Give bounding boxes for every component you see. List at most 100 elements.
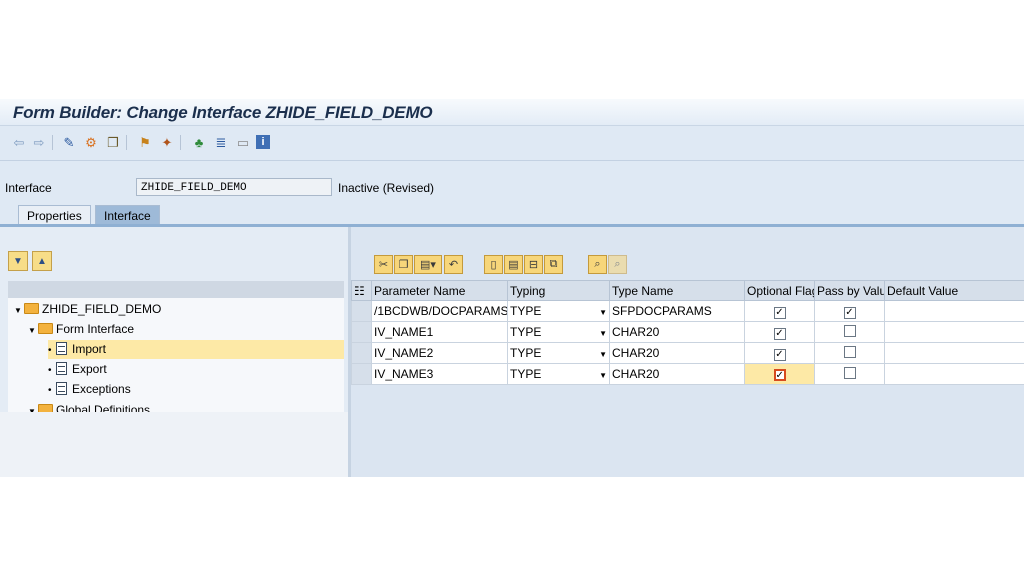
tree-node-form-interface[interactable]: ▼ Form Interface: [28, 320, 134, 339]
row-selector[interactable]: [351, 342, 372, 364]
pass-by-value-checkbox[interactable]: [843, 324, 856, 337]
dropdown-arrow-icon[interactable]: ▼: [599, 308, 607, 317]
paste-icon[interactable]: ▤▾: [414, 255, 442, 274]
navigation-pane: ▼ ▲ ▼ ZHIDE_FIELD_DEMO ▼ Form Interface • I…: [0, 227, 348, 477]
grid-settings-icon[interactable]: ☷: [351, 280, 372, 301]
type-name-cell[interactable]: CHAR20: [609, 363, 745, 385]
typing-cell[interactable]: TYPE ▼: [507, 342, 610, 364]
pass-by-value-checkbox[interactable]: [843, 345, 856, 358]
window-title: Form Builder: Change Interface ZHIDE_FIE…: [13, 103, 433, 122]
find-next-icon[interactable]: ⌕: [608, 255, 627, 274]
typing-cell[interactable]: TYPE ▼: [507, 363, 610, 385]
default-value-cell[interactable]: [884, 300, 1024, 322]
delete-row-icon[interactable]: ⊟: [524, 255, 543, 274]
expand-triangle-icon: ▼: [28, 326, 36, 335]
parameter-name-cell[interactable]: IV_NAME1: [371, 321, 508, 343]
pass-by-value-checkbox[interactable]: [843, 366, 856, 379]
type-name-cell[interactable]: CHAR20: [609, 342, 745, 364]
parameter-name-cell[interactable]: IV_NAME2: [371, 342, 508, 364]
column-header-default-value[interactable]: Default Value: [884, 280, 1024, 301]
dropdown-arrow-icon[interactable]: ▼: [599, 350, 607, 359]
default-value-cell[interactable]: [884, 342, 1024, 364]
tree-node-global-definitions[interactable]: ▼ Global Definitions: [28, 401, 150, 412]
column-header-parameter-name[interactable]: Parameter Name: [371, 280, 508, 301]
dropdown-arrow-icon[interactable]: ▼: [599, 371, 607, 380]
column-header-typing[interactable]: Typing: [507, 280, 610, 301]
typing-cell[interactable]: TYPE ▼: [507, 321, 610, 343]
folder-icon: [38, 404, 53, 412]
tab-strip: Properties Interface: [0, 201, 1024, 226]
optional-flag-checkbox-focused[interactable]: ✓: [773, 369, 786, 381]
row-selector[interactable]: [351, 363, 372, 385]
default-value-cell[interactable]: [884, 321, 1024, 343]
lower-left-panel: [0, 412, 348, 477]
activate-icon[interactable]: ✦: [158, 133, 176, 151]
dropdown-arrow-icon[interactable]: ▼: [599, 329, 607, 338]
document-icon: [56, 342, 67, 355]
interface-name-field[interactable]: ZHIDE_FIELD_DEMO: [136, 178, 332, 196]
optional-flag-checkbox[interactable]: ✓: [773, 348, 786, 361]
optional-flag-checkbox[interactable]: ✓: [773, 327, 786, 340]
insert-row-icon[interactable]: ▤: [504, 255, 523, 274]
new-row-icon[interactable]: ▯: [484, 255, 503, 274]
forward-arrow-icon[interactable]: ⇨: [30, 133, 48, 151]
pass-by-value-cell: [814, 363, 885, 385]
copy-icon[interactable]: ❐: [394, 255, 413, 274]
type-name-cell[interactable]: SFPDOCPARAMS: [609, 300, 745, 322]
folder-icon: [38, 323, 53, 334]
layout-icon[interactable]: ≣: [212, 133, 230, 151]
row-selector[interactable]: [351, 321, 372, 343]
table-row: IV_NAME1 TYPE ▼ CHAR20 ✓: [351, 321, 1024, 343]
optional-flag-cell: ✓: [744, 300, 815, 322]
parameter-name-cell[interactable]: /1BCDWB/DOCPARAMS: [371, 300, 508, 322]
document-icon: [56, 382, 67, 395]
tree-node-export[interactable]: • Export: [48, 360, 107, 379]
expand-triangle-icon: ▼: [28, 407, 36, 412]
collapse-all-icon[interactable]: ▲: [32, 251, 52, 271]
application-toolbar: ⇦ ⇨ ✎ ⚙ ❐ ⚑ ✦ ♣ ≣ ▭ i: [0, 133, 1024, 155]
parameter-name-cell[interactable]: IV_NAME3: [371, 363, 508, 385]
optional-flag-checkbox[interactable]: ✓: [773, 306, 786, 319]
table-row: IV_NAME2 TYPE ▼ CHAR20 ✓: [351, 342, 1024, 364]
hierarchy-icon[interactable]: ♣: [190, 133, 208, 151]
title-bar: Form Builder: Change Interface ZHIDE_FIE…: [0, 99, 1024, 126]
find-icon[interactable]: ⌕: [588, 255, 607, 274]
pass-by-value-cell: ✓: [814, 300, 885, 322]
active-inactive-icon[interactable]: ⚙: [82, 133, 100, 151]
optional-flag-cell: ✓: [744, 363, 815, 385]
pass-by-value-cell: [814, 321, 885, 343]
type-name-cell[interactable]: CHAR20: [609, 321, 745, 343]
interface-tree: ▼ ZHIDE_FIELD_DEMO ▼ Form Interface • Impor…: [8, 298, 344, 412]
tree-node-root[interactable]: ▼ ZHIDE_FIELD_DEMO: [14, 300, 161, 319]
duplicate-row-icon[interactable]: ⧉: [544, 255, 563, 274]
tab-properties[interactable]: Properties: [18, 205, 91, 226]
expand-all-icon[interactable]: ▼: [8, 251, 28, 271]
display-object-list-icon[interactable]: ▭: [234, 133, 252, 151]
folder-icon: [24, 303, 39, 314]
pass-by-value-checkbox[interactable]: ✓: [843, 306, 856, 319]
back-arrow-icon[interactable]: ⇦: [10, 133, 28, 151]
undo-icon[interactable]: ↶: [444, 255, 463, 274]
optional-flag-cell: ✓: [744, 342, 815, 364]
pass-by-value-cell: [814, 342, 885, 364]
parameter-grid: ☷ Parameter Name Typing Type Name Option…: [351, 280, 1024, 385]
row-selector[interactable]: [351, 300, 372, 322]
status-text: Inactive (Revised): [338, 181, 435, 195]
tree-header: [8, 281, 344, 298]
typing-cell[interactable]: TYPE ▼: [507, 300, 610, 322]
tab-interface[interactable]: Interface: [95, 205, 160, 226]
column-header-type-name[interactable]: Type Name: [609, 280, 745, 301]
column-header-pass-by-value[interactable]: Pass by Value: [814, 280, 885, 301]
default-value-cell[interactable]: [884, 363, 1024, 385]
column-header-optional-flag[interactable]: Optional Flag: [744, 280, 815, 301]
info-icon[interactable]: i: [256, 135, 270, 149]
interface-label: Interface: [5, 181, 52, 195]
other-object-icon[interactable]: ❐: [104, 133, 122, 151]
display-change-icon[interactable]: ✎: [60, 133, 78, 151]
optional-flag-cell: ✓: [744, 321, 815, 343]
where-used-icon[interactable]: ⚑: [136, 133, 154, 151]
tree-node-exceptions[interactable]: • Exceptions: [48, 380, 131, 399]
cut-icon[interactable]: ✂: [374, 255, 393, 274]
tree-node-import[interactable]: • Import: [48, 340, 344, 359]
sap-window: Form Builder: Change Interface ZHIDE_FIE…: [0, 99, 1024, 477]
